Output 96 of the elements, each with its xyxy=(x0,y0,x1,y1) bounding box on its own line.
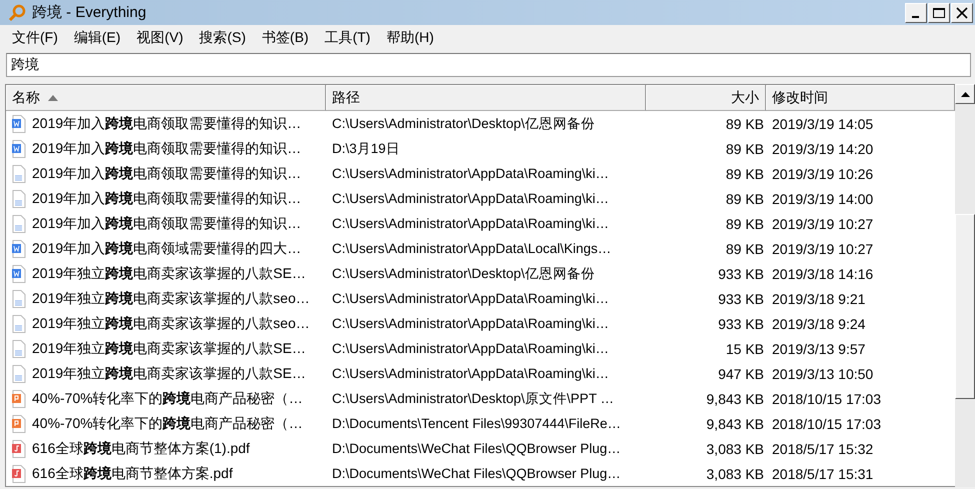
file-size: 947 KB xyxy=(717,366,765,382)
word-file-icon xyxy=(12,114,26,132)
file-path: D:\Documents\WeChat Files\QQBrowser Plug… xyxy=(331,441,622,456)
modified-time: 2019/3/18 9:24 xyxy=(771,316,866,332)
window-title: 跨境 - Everything xyxy=(32,3,148,22)
pdf-file-icon xyxy=(12,464,26,482)
file-size: 933 KB xyxy=(717,266,765,282)
modified-time: 2019/3/13 10:50 xyxy=(771,366,874,382)
file-name: 2019年独立跨境电商卖家该掌握的八款seo… xyxy=(32,290,310,308)
text-file-icon xyxy=(12,190,26,208)
file-path: D:\3月19日 xyxy=(331,140,401,158)
file-path: C:\Users\Administrator\Desktop\亿恩网备份 xyxy=(331,114,596,132)
file-size: 3,083 KB xyxy=(705,466,765,482)
modified-time: 2019/3/19 10:27 xyxy=(771,216,874,232)
file-size: 89 KB xyxy=(724,140,765,156)
file-size: 89 KB xyxy=(724,116,765,132)
file-name: 2019年加入跨境电商领取需要懂得的知识… xyxy=(32,140,302,158)
text-file-icon xyxy=(12,214,26,232)
column-header[interactable]: 路径 xyxy=(326,85,646,111)
modified-time: 2018/5/17 15:32 xyxy=(771,440,874,456)
modified-time: 2018/10/15 17:03 xyxy=(771,390,882,406)
file-name: 2019年独立跨境电商卖家该掌握的八款seo… xyxy=(32,314,310,332)
file-name: 2019年加入跨境电商领取需要懂得的知识… xyxy=(32,214,302,232)
menu-item[interactable]: 搜索(S) xyxy=(191,28,254,46)
file-size: 933 KB xyxy=(717,290,765,306)
menu-item[interactable]: 工具(T) xyxy=(316,28,378,46)
file-path: C:\Users\Administrator\AppData\Roaming\ki… xyxy=(331,216,610,231)
magnifier-icon xyxy=(8,4,26,22)
word-file-icon xyxy=(12,240,26,258)
file-size: 89 KB xyxy=(724,216,765,232)
word-file-icon xyxy=(12,264,26,282)
pdf-file-icon xyxy=(12,440,26,458)
file-name: 2019年独立跨境电商卖家该掌握的八款SE… xyxy=(32,364,306,382)
modified-time: 2018/5/17 15:31 xyxy=(771,466,874,482)
close-icon[interactable] xyxy=(956,6,968,18)
file-size: 9,843 KB xyxy=(705,390,765,406)
modified-time: 2019/3/19 10:27 xyxy=(771,240,874,256)
file-path: C:\Users\Administrator\Desktop\亿恩网备份 xyxy=(331,264,596,282)
file-size: 89 KB xyxy=(724,190,765,206)
maximize-icon[interactable] xyxy=(932,6,946,18)
file-name: 40%-70%转化率下的跨境电商产品秘密（… xyxy=(32,414,303,432)
menu-item[interactable]: 视图(V) xyxy=(128,28,192,46)
file-name: 2019年加入跨境电商领取需要懂得的知识… xyxy=(32,114,302,132)
file-path: C:\Users\Administrator\AppData\Roaming\ki… xyxy=(331,366,610,381)
file-path: C:\Users\Administrator\AppData\Roaming\ki… xyxy=(331,341,610,356)
column-header[interactable]: 大小 xyxy=(646,85,766,111)
file-path: C:\Users\Administrator\Desktop\原文件\PPT … xyxy=(331,390,615,408)
text-file-icon xyxy=(12,364,26,382)
file-name: 616全球跨境电商节整体方案.pdf xyxy=(32,464,233,482)
text-file-icon xyxy=(12,340,26,358)
file-size: 3,083 KB xyxy=(705,440,765,456)
scrollbar[interactable] xyxy=(955,84,975,487)
close-button[interactable] xyxy=(951,2,973,22)
text-file-icon xyxy=(12,164,26,182)
file-size: 9,843 KB xyxy=(705,416,765,432)
maximize-button[interactable] xyxy=(928,2,950,22)
file-path: C:\Users\Administrator\AppData\Local\Kings… xyxy=(331,241,612,256)
word-file-icon xyxy=(12,140,26,158)
column-header[interactable]: 修改时间 xyxy=(766,85,956,111)
file-name: 616全球跨境电商节整体方案(1).pdf xyxy=(32,440,250,458)
file-name: 2019年加入跨境电商领取需要懂得的知识… xyxy=(32,164,302,182)
file-path: D:\Documents\Tencent Files\99307444\FileRe… xyxy=(331,416,622,431)
minimize-button[interactable] xyxy=(905,2,927,22)
menu-item[interactable]: 文件(F) xyxy=(4,28,66,46)
file-size: 89 KB xyxy=(724,240,765,256)
menu-item[interactable]: 书签(B) xyxy=(254,28,317,46)
file-name: 2019年加入跨境电商领取需要懂得的知识… xyxy=(32,190,302,208)
modified-time: 2018/10/15 17:03 xyxy=(771,416,882,432)
search-field[interactable]: 跨境 xyxy=(6,53,971,77)
modified-time: 2019/3/13 9:57 xyxy=(771,340,866,356)
file-size: 933 KB xyxy=(717,316,765,332)
ppt-file-icon xyxy=(12,390,26,408)
file-path: C:\Users\Administrator\AppData\Roaming\ki… xyxy=(331,166,610,181)
file-name: 2019年独立跨境电商卖家该掌握的八款SE… xyxy=(32,264,306,282)
menu-item[interactable]: 编辑(E) xyxy=(66,28,129,46)
text-file-icon xyxy=(12,290,26,308)
menu-item[interactable]: 帮助(H) xyxy=(378,28,442,46)
modified-time: 2019/3/18 9:21 xyxy=(771,290,866,306)
file-name: 2019年独立跨境电商卖家该掌握的八款SE… xyxy=(32,340,306,358)
column-header[interactable]: 名称 xyxy=(6,85,326,111)
file-name: 2019年加入跨境电商领域需要懂得的四大… xyxy=(32,240,302,258)
scroll-up-icon[interactable] xyxy=(960,92,970,96)
file-path: D:\Documents\WeChat Files\QQBrowser Plug… xyxy=(331,466,622,481)
modified-time: 2019/3/19 10:26 xyxy=(771,166,874,182)
file-path: C:\Users\Administrator\AppData\Roaming\ki… xyxy=(331,191,610,206)
file-path: C:\Users\Administrator\AppData\Roaming\ki… xyxy=(331,316,610,331)
text-file-icon xyxy=(12,314,26,332)
file-path: C:\Users\Administrator\AppData\Roaming\ki… xyxy=(331,291,610,306)
modified-time: 2019/3/19 14:20 xyxy=(771,140,874,156)
modified-time: 2019/3/19 14:05 xyxy=(771,116,874,132)
file-size: 89 KB xyxy=(724,166,765,182)
file-name: 40%-70%转化率下的跨境电商产品秘密（… xyxy=(32,390,303,408)
ppt-file-icon xyxy=(12,414,26,432)
file-size: 15 KB xyxy=(724,340,765,356)
modified-time: 2019/3/18 14:16 xyxy=(771,266,874,282)
modified-time: 2019/3/19 14:00 xyxy=(771,190,874,206)
